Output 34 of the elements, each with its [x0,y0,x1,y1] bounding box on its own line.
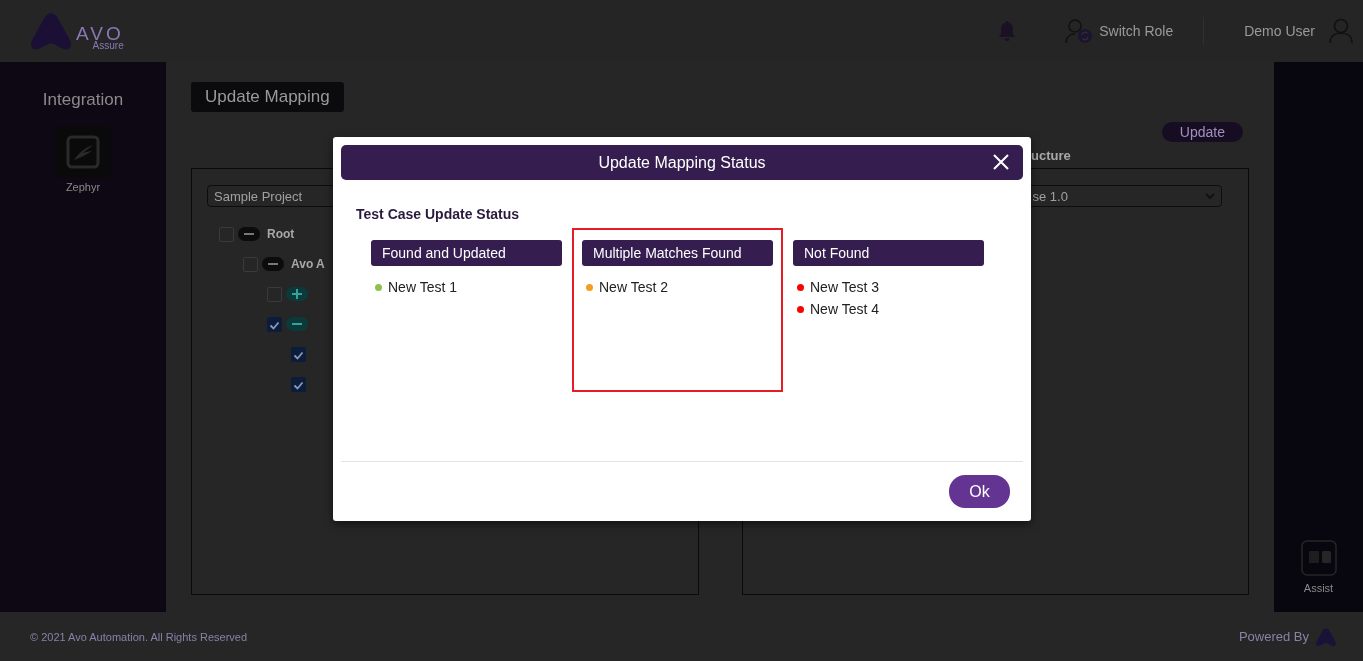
section-title: Test Case Update Status [356,206,521,222]
copyright-text: © 2021 Avo Automation. All Rights Reserved [30,630,249,643]
modal-title: Update Mapping Status [598,153,766,172]
ok-button[interactable]: Ok [949,475,1010,508]
sidebar-item[interactable]: Zephyr [55,126,111,193]
test-case-name: New Test 3 [810,279,879,295]
checkbox[interactable] [291,376,306,392]
sidebar-title: Integration [42,90,124,110]
checkbox[interactable] [291,346,306,362]
user-name: Demo User [1244,23,1315,39]
tree-item-label[interactable]: Avo A [291,257,325,271]
test-case-name: New Test 2 [599,279,668,295]
test-case-name: New Test 4 [810,301,879,317]
logo-subtext: Assure [92,41,124,51]
column-header: Not Found [793,240,984,266]
test-case-name: New Test 1 [388,279,457,295]
column-header: Found and Updated [371,240,562,266]
collapse-icon[interactable] [286,317,308,331]
collapse-icon[interactable] [262,257,284,271]
zephyr-icon [55,126,111,178]
powered-by-text: Powered By [1238,629,1309,644]
collapse-icon[interactable] [238,227,260,241]
column-header: Multiple Matches Found [582,240,773,266]
switch-user-icon[interactable] [1065,18,1094,44]
logo-text: AVO [76,24,124,43]
tree-item-label[interactable]: Root [267,227,295,241]
switch-role-link[interactable]: Switch Role [1099,23,1174,39]
update-mapping-button[interactable]: Update Mapping [191,82,344,112]
expand-icon[interactable] [286,287,308,301]
checkbox[interactable] [267,316,282,332]
panel-heading: ucture [1031,147,1071,163]
close-button[interactable] [991,152,1011,172]
update-button[interactable]: Update [1161,122,1243,142]
assist-label: Assist [1303,582,1334,594]
